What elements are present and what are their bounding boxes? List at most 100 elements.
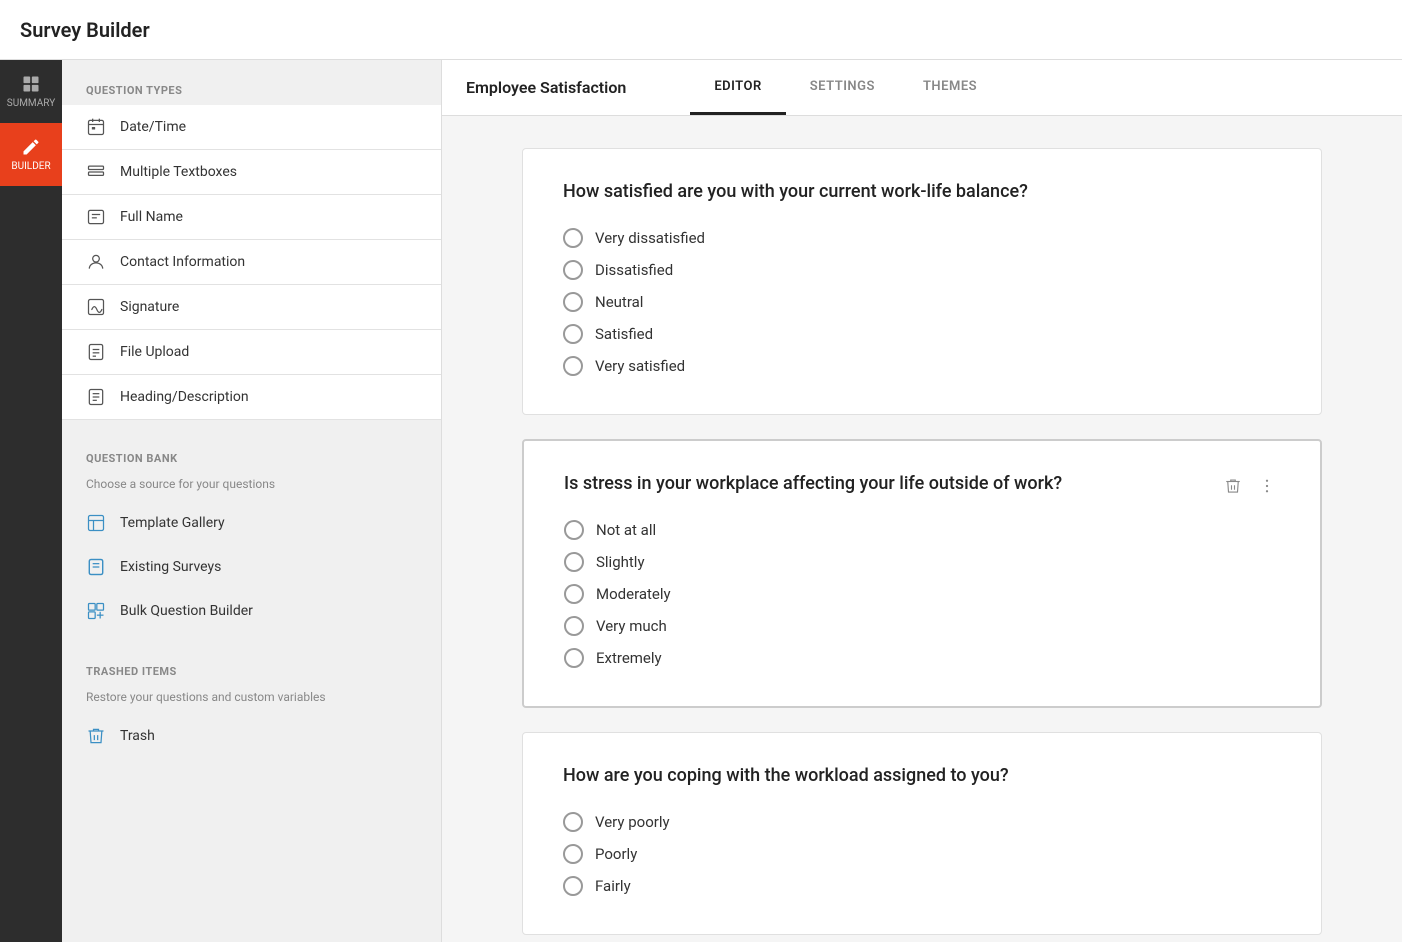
- summary-icon: [21, 74, 41, 94]
- option-label: Very dissatisfied: [595, 229, 705, 247]
- tab-settings[interactable]: SETTINGS: [786, 60, 899, 115]
- sidebar-item-full-name[interactable]: Full Name: [62, 195, 441, 240]
- question-card-3: How are you coping with the workload ass…: [522, 732, 1322, 935]
- sidebar: QUESTION TYPES Date/Time Multiple Textbo…: [62, 60, 442, 942]
- bulk-question-builder-label: Bulk Question Builder: [120, 603, 253, 619]
- radio-option: Satisfied: [563, 318, 1281, 350]
- sidebar-item-datetime[interactable]: Date/Time: [62, 105, 441, 150]
- nav-summary[interactable]: SUMMARY: [0, 60, 62, 123]
- radio-option: Very dissatisfied: [563, 222, 1281, 254]
- file-upload-label: File Upload: [120, 344, 189, 360]
- existing-surveys-icon: [86, 557, 106, 577]
- sidebar-item-signature[interactable]: Signature: [62, 285, 441, 330]
- radio-option: Poorly: [563, 838, 1281, 870]
- radio-circle[interactable]: [564, 520, 584, 540]
- radio-circle[interactable]: [564, 616, 584, 636]
- sidebar-gap-1: [62, 420, 441, 444]
- signature-icon: [86, 297, 106, 317]
- sidebar-item-existing-surveys[interactable]: Existing Surveys: [62, 545, 441, 589]
- option-label: Fairly: [595, 877, 631, 895]
- option-label: Satisfied: [595, 325, 653, 343]
- survey-header: Employee Satisfaction EDITOR SETTINGS TH…: [442, 60, 1402, 116]
- option-label: Not at all: [596, 521, 656, 539]
- trashed-items-section: TRASHED ITEMS Restore your questions and…: [62, 657, 441, 758]
- editor-content: How satisfied are you with your current …: [442, 116, 1402, 942]
- radio-circle[interactable]: [564, 552, 584, 572]
- question-types-label: QUESTION TYPES: [62, 76, 441, 105]
- sidebar-item-heading-description[interactable]: Heading/Description: [62, 375, 441, 420]
- datetime-icon: [86, 117, 106, 137]
- heading-description-label: Heading/Description: [120, 389, 249, 405]
- tab-themes[interactable]: THEMES: [899, 60, 1001, 115]
- question-text-3: How are you coping with the workload ass…: [563, 765, 1281, 786]
- file-upload-icon: [86, 342, 106, 362]
- sidebar-item-multiple-textboxes[interactable]: Multiple Textboxes: [62, 150, 441, 195]
- radio-circle[interactable]: [563, 812, 583, 832]
- question-bank-desc: Choose a source for your questions: [62, 473, 441, 501]
- question-card-1: How satisfied are you with your current …: [522, 148, 1322, 415]
- icon-nav: SUMMARY BUILDER: [0, 60, 62, 942]
- nav-builder[interactable]: BUILDER: [0, 123, 62, 186]
- full-name-icon: [86, 207, 106, 227]
- sidebar-item-template-gallery[interactable]: Template Gallery: [62, 501, 441, 545]
- signature-label: Signature: [120, 299, 179, 315]
- option-label: Poorly: [595, 845, 637, 863]
- radio-option: Dissatisfied: [563, 254, 1281, 286]
- template-gallery-label: Template Gallery: [120, 515, 225, 531]
- radio-option: Very poorly: [563, 806, 1281, 838]
- multiple-textboxes-icon: [86, 162, 106, 182]
- nav-builder-label: BUILDER: [11, 161, 50, 172]
- existing-surveys-label: Existing Surveys: [120, 559, 221, 575]
- option-label: Neutral: [595, 293, 643, 311]
- tabs: EDITOR SETTINGS THEMES: [690, 60, 1001, 115]
- full-name-label: Full Name: [120, 209, 183, 225]
- builder-icon: [21, 137, 41, 157]
- question-card-2-header: Is stress in your workplace affecting yo…: [564, 473, 1280, 514]
- multiple-textboxes-label: Multiple Textboxes: [120, 164, 237, 180]
- card-actions-2: [1220, 473, 1280, 502]
- heading-description-icon: [86, 387, 106, 407]
- radio-circle[interactable]: [564, 584, 584, 604]
- option-label: Very poorly: [595, 813, 670, 831]
- radio-circle[interactable]: [563, 260, 583, 280]
- radio-circle[interactable]: [563, 876, 583, 896]
- delete-question-button[interactable]: [1220, 473, 1246, 502]
- top-bar: Survey Builder: [0, 0, 1402, 60]
- contact-info-icon: [86, 252, 106, 272]
- template-gallery-icon: [86, 513, 106, 533]
- radio-circle[interactable]: [563, 292, 583, 312]
- tab-editor[interactable]: EDITOR: [690, 60, 785, 115]
- radio-circle[interactable]: [563, 844, 583, 864]
- radio-option: Fairly: [563, 870, 1281, 902]
- radio-circle[interactable]: [563, 228, 583, 248]
- sidebar-item-file-upload[interactable]: File Upload: [62, 330, 441, 375]
- main-layout: SUMMARY BUILDER QUESTION TYPES Date/Time…: [0, 60, 1402, 942]
- radio-option: Neutral: [563, 286, 1281, 318]
- radio-option: Very satisfied: [563, 350, 1281, 382]
- sidebar-item-bulk-question-builder[interactable]: Bulk Question Builder: [62, 589, 441, 633]
- trash-label: Trash: [120, 728, 155, 744]
- bulk-question-builder-icon: [86, 601, 106, 621]
- radio-option: Moderately: [564, 578, 1280, 610]
- radio-circle[interactable]: [564, 648, 584, 668]
- more-options-button[interactable]: [1254, 473, 1280, 502]
- option-label: Very much: [596, 617, 667, 635]
- trash-icon: [86, 726, 106, 746]
- radio-option: Very much: [564, 610, 1280, 642]
- trashed-items-label: TRASHED ITEMS: [62, 657, 441, 686]
- radio-circle[interactable]: [563, 356, 583, 376]
- option-label: Extremely: [596, 649, 662, 667]
- question-card-2: Is stress in your workplace affecting yo…: [522, 439, 1322, 708]
- delete-icon: [1224, 477, 1242, 495]
- radio-circle[interactable]: [563, 324, 583, 344]
- sidebar-item-contact-info[interactable]: Contact Information: [62, 240, 441, 285]
- radio-option: Extremely: [564, 642, 1280, 674]
- survey-title: Employee Satisfaction: [466, 78, 626, 97]
- app-title: Survey Builder: [20, 18, 150, 42]
- trashed-items-desc: Restore your questions and custom variab…: [62, 686, 441, 714]
- content-area: Employee Satisfaction EDITOR SETTINGS TH…: [442, 60, 1402, 942]
- question-bank-label: QUESTION BANK: [62, 444, 441, 473]
- more-icon: [1258, 477, 1276, 495]
- sidebar-item-trash[interactable]: Trash: [62, 714, 441, 758]
- question-text-2: Is stress in your workplace affecting yo…: [564, 473, 1204, 494]
